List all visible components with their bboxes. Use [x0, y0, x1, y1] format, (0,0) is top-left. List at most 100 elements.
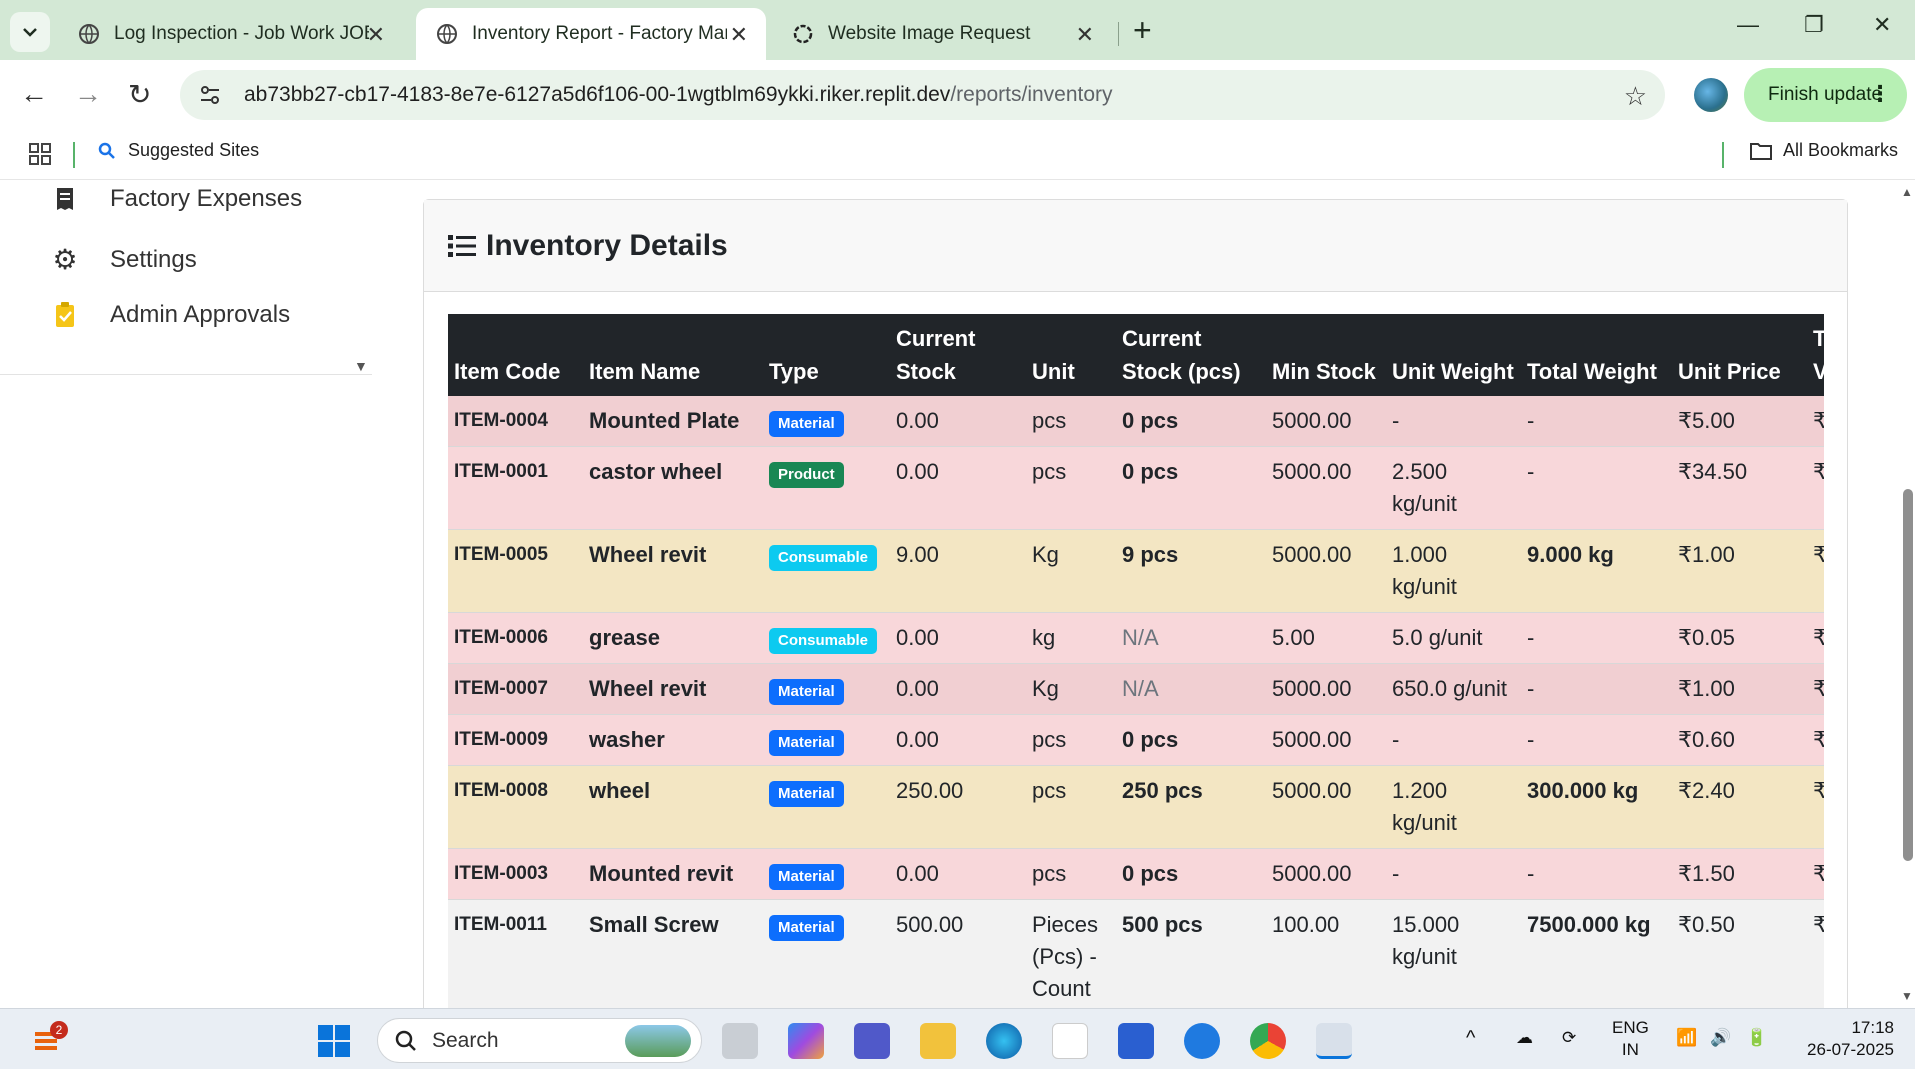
table-row[interactable]: ITEM-0006 grease Consumable 0.00 kg N/A 5.00 5.… [448, 612, 1824, 664]
table-row[interactable]: ITEM-0011 Small Screw Material 500.00 Pieces… [448, 899, 1824, 1008]
battery-icon[interactable]: 🔋 [1746, 1027, 1767, 1049]
column-header[interactable]: Min Stock [1266, 314, 1386, 396]
volume-icon[interactable]: 🔊 [1710, 1027, 1731, 1049]
bookmark-divider [73, 142, 75, 168]
page-scrollbar[interactable]: ▲ ▼ [1898, 181, 1915, 1008]
column-header[interactable]: Unit Weight [1386, 314, 1521, 396]
column-header[interactable]: Total Value [1807, 314, 1824, 396]
snipping-tool-icon[interactable] [1316, 1023, 1352, 1059]
edge-icon[interactable] [986, 1023, 1022, 1059]
browser-tab[interactable]: Log Inspection - Job Work JOB- ✕ [58, 8, 403, 60]
copilot-icon[interactable] [788, 1023, 824, 1059]
column-header[interactable]: Type [763, 314, 890, 396]
browser-tab-active[interactable]: Inventory Report - Factory Man ✕ [416, 8, 766, 60]
cell-code: ITEM-0001 [448, 446, 583, 530]
table-row[interactable]: ITEM-0003 Mounted revit Material 0.00 pcs 0 p… [448, 848, 1824, 900]
bookmark-star-icon[interactable]: ☆ [1624, 81, 1647, 112]
sidebar-item-label: Settings [110, 245, 197, 273]
profile-avatar[interactable] [1694, 78, 1728, 112]
table-row[interactable]: ITEM-0007 Wheel revit Material 0.00 Kg N/A 500… [448, 663, 1824, 715]
sidebar-item-admin-approvals[interactable]: Admin Approvals [50, 301, 290, 329]
reload-icon[interactable]: ↻ [128, 78, 151, 111]
url-text: ab73bb27-cb17-4183-8e7e-6127a5d6f106-00-… [244, 83, 1113, 107]
column-header[interactable]: Total Weight [1521, 314, 1672, 396]
close-tab-icon[interactable]: ✕ [730, 22, 748, 48]
table-row[interactable]: ITEM-0004 Mounted Plate Material 0.00 pcs 0 p… [448, 396, 1824, 447]
cell-price: ₹5.00 [1672, 396, 1807, 447]
bookmark-suggested-sites[interactable]: Suggested Sites [98, 140, 259, 161]
card-header: Inventory Details [424, 200, 1847, 292]
sidebar-scroll-down-icon[interactable]: ▼ [354, 358, 368, 374]
address-bar[interactable]: ab73bb27-cb17-4183-8e7e-6127a5d6f106-00-… [180, 70, 1665, 120]
minimize-icon[interactable]: — [1737, 12, 1759, 38]
cell-type: Consumable [763, 529, 890, 613]
cell-uweight: 1.000 kg/unit [1386, 529, 1521, 613]
column-header[interactable]: Item Code [448, 314, 583, 396]
cell-code: ITEM-0006 [448, 612, 583, 664]
close-tab-icon[interactable]: ✕ [367, 22, 385, 48]
finish-update-button[interactable]: Finish update ⋮ [1744, 68, 1907, 122]
column-header[interactable]: Unit Price [1672, 314, 1807, 396]
apps-grid-icon[interactable] [28, 142, 52, 171]
inventory-table-container[interactable]: Item Code Item Name Type Current Stock U… [448, 314, 1824, 1008]
column-header[interactable]: Current Stock [890, 314, 1026, 396]
bookmark-label: All Bookmarks [1783, 140, 1899, 160]
cell-type: Material [763, 663, 890, 715]
wifi-icon[interactable]: 📶 [1676, 1027, 1697, 1049]
column-header[interactable]: Item Name [583, 314, 763, 396]
scrollbar-thumb[interactable] [1903, 489, 1913, 861]
cell-price: ₹2.40 [1672, 765, 1807, 849]
table-row[interactable]: ITEM-0001 castor wheel Product 0.00 pcs 0 pcs… [448, 446, 1824, 530]
cell-code: ITEM-0007 [448, 663, 583, 715]
browser-toolbar: ← → ↻ ab73bb27-cb17-4183-8e7e-6127a5d6f1… [0, 60, 1915, 130]
sidebar-item-factory-expenses[interactable]: Factory Expenses [50, 185, 302, 213]
windows-start-icon[interactable] [316, 1023, 352, 1059]
type-badge: Consumable [769, 628, 878, 654]
sync-icon[interactable]: ⟳ [1562, 1027, 1576, 1049]
chevron-up-icon[interactable]: ^ [1466, 1027, 1475, 1049]
taskbar-search[interactable]: Search [377, 1018, 702, 1063]
cell-tweight: - [1521, 446, 1672, 530]
openai-logo-icon [792, 23, 814, 45]
cell-min: 5.00 [1266, 612, 1386, 664]
table-row[interactable]: ITEM-0005 Wheel revit Consumable 9.00 Kg 9 pc… [448, 529, 1824, 613]
back-arrow-icon[interactable]: ← [20, 78, 48, 110]
forward-arrow-icon[interactable]: → [74, 78, 102, 110]
cell-code: ITEM-0008 [448, 765, 583, 849]
chrome-icon[interactable] [1250, 1023, 1286, 1059]
cell-value: ₹ [1807, 396, 1824, 447]
close-tab-icon[interactable]: ✕ [1076, 22, 1094, 48]
table-row[interactable]: ITEM-0009 washer Material 0.00 pcs 0 pcs 5000.… [448, 714, 1824, 766]
teams-icon[interactable] [854, 1023, 890, 1059]
sidebar-item-settings[interactable]: ⚙ Settings [50, 243, 197, 276]
myhp-icon[interactable] [1118, 1023, 1154, 1059]
receipt-icon [50, 187, 80, 211]
browser-tab[interactable]: Website Image Request ✕ [772, 8, 1112, 60]
more-menu-icon[interactable]: ⋮ [1869, 81, 1891, 107]
task-view-icon[interactable] [722, 1023, 758, 1059]
language-indicator[interactable]: ENG IN [1612, 1017, 1649, 1061]
column-header[interactable]: Current Stock (pcs) [1116, 314, 1266, 396]
scroll-up-icon[interactable]: ▲ [1901, 185, 1913, 199]
cell-type: Product [763, 446, 890, 530]
site-settings-icon[interactable] [198, 84, 228, 106]
type-badge: Material [769, 411, 844, 437]
table-row[interactable]: ITEM-0008 wheel Material 250.00 pcs 250 pcs 50… [448, 765, 1824, 849]
restore-icon[interactable]: ❐ [1804, 12, 1824, 38]
file-explorer-icon[interactable] [920, 1023, 956, 1059]
column-header[interactable]: Unit [1026, 314, 1116, 396]
clock[interactable]: 17:18 26-07-2025 [1794, 1017, 1894, 1061]
help-icon[interactable] [1184, 1023, 1220, 1059]
cell-min: 5000.00 [1266, 446, 1386, 530]
cell-price: ₹1.00 [1672, 529, 1807, 613]
cell-unit: pcs [1026, 396, 1116, 447]
cell-value: ₹ [1807, 714, 1824, 766]
microsoft-store-icon[interactable] [1052, 1023, 1088, 1059]
scroll-down-icon[interactable]: ▼ [1901, 989, 1913, 1003]
cell-stock: 250.00 [890, 765, 1026, 849]
close-window-icon[interactable]: ✕ [1873, 12, 1891, 38]
tab-search-button[interactable] [10, 12, 50, 52]
all-bookmarks-button[interactable]: All Bookmarks [1749, 140, 1898, 161]
onedrive-icon[interactable]: ☁ [1516, 1027, 1533, 1049]
new-tab-button[interactable]: + [1133, 12, 1152, 49]
